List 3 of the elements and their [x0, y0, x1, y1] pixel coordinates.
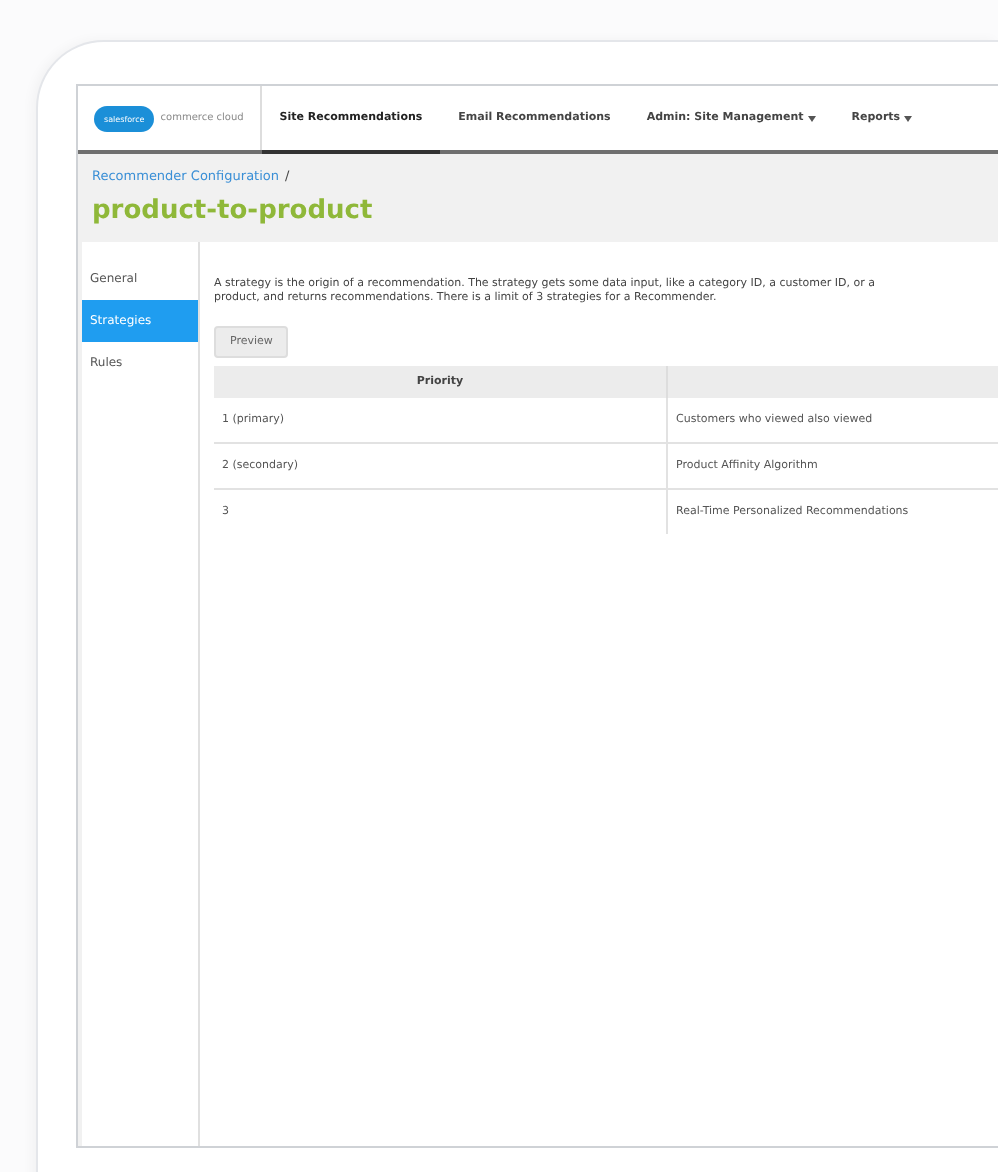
caret-icon: [807, 115, 816, 121]
caret-icon: [904, 115, 913, 121]
page-title: product-to-product: [92, 196, 375, 226]
